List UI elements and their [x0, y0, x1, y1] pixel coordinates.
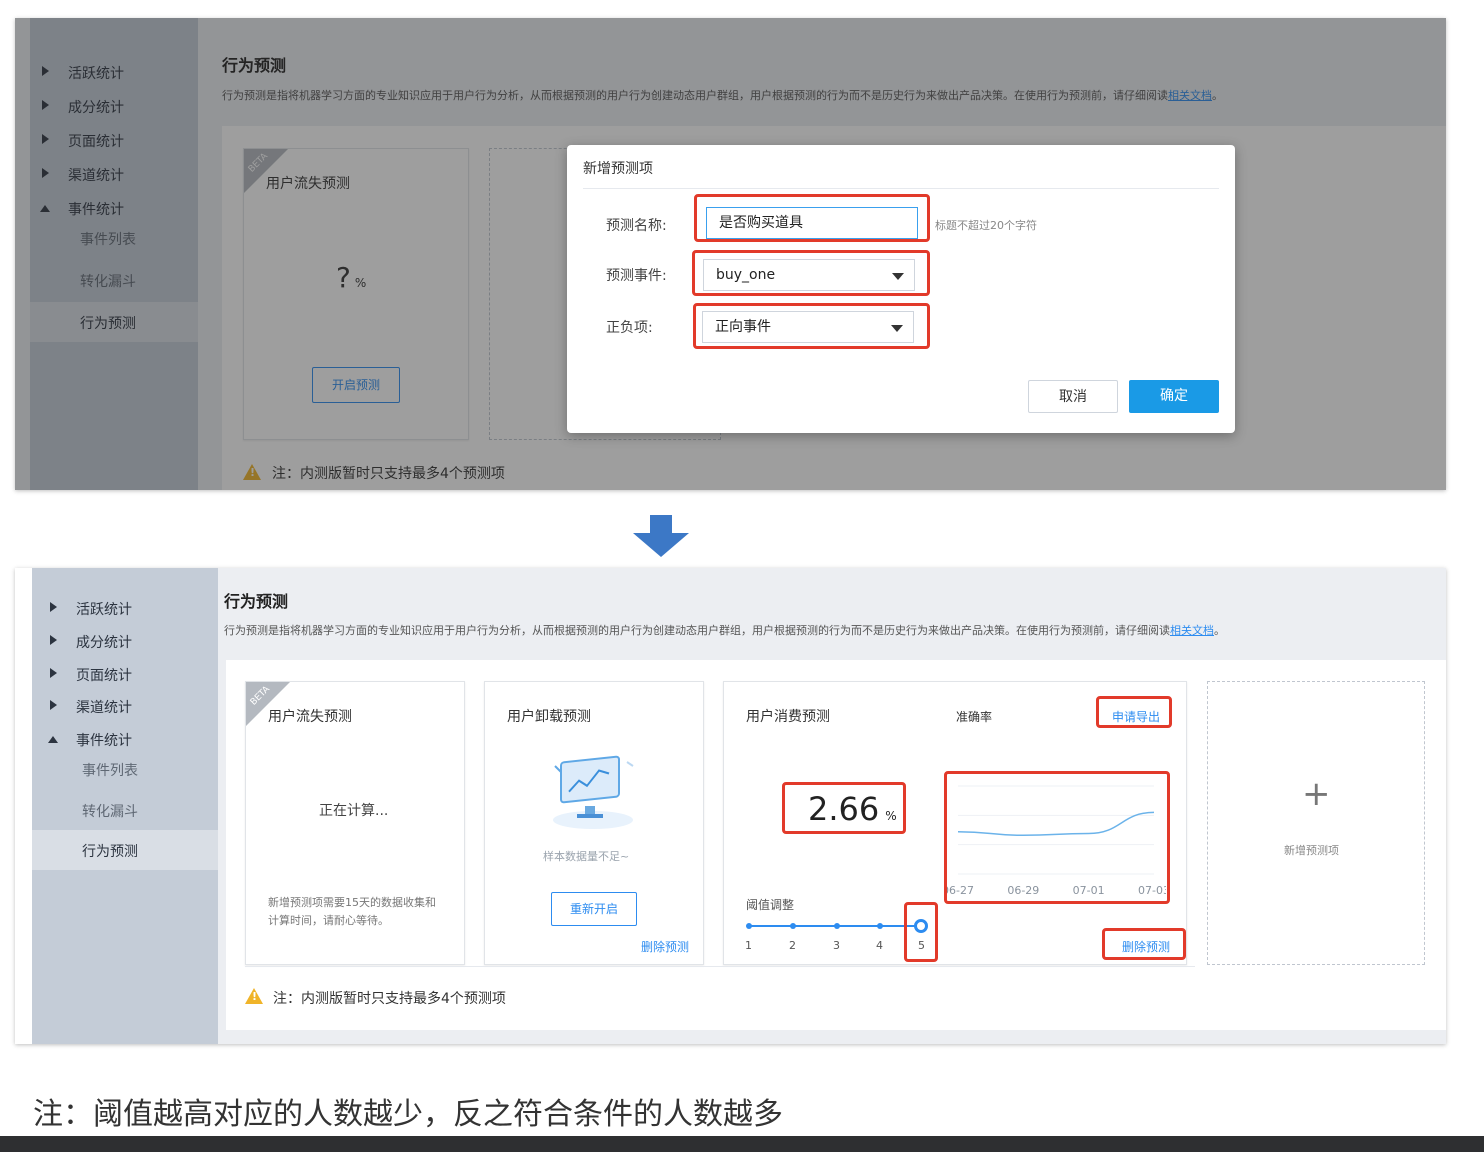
highlight-export	[1096, 696, 1172, 728]
name-label: 预测名称:	[606, 218, 667, 234]
bottom-bar	[0, 1136, 1484, 1152]
sidebar-item-page-stats[interactable]: 页面统计	[48, 658, 216, 692]
beta-note: 注：内测版暂时只支持最多4个预测项	[273, 991, 506, 1007]
down-arrow-icon	[633, 515, 689, 557]
page-description: 行为预测是指将机器学习方面的专业知识应用于用户行为分析，从而根据预测的用户行为创…	[224, 624, 1225, 637]
confirm-button[interactable]: 确定	[1129, 380, 1219, 413]
add-prediction-label: 新增预测项	[1284, 844, 1339, 857]
content-side-bg	[218, 660, 226, 1044]
cards-divider	[245, 966, 1195, 967]
calculating-hint: 新增预测项需要15天的数据收集和计算时间，请耐心等待。	[268, 896, 436, 927]
modal-divider	[583, 188, 1219, 189]
threshold-slider[interactable]: 1 2 3 4 5	[745, 918, 928, 958]
slider-tick-label: 1	[745, 939, 752, 952]
spending-prediction-card: 用户消费预测 准确率 申请导出 2.66% 06-2706-2907-0107-…	[723, 681, 1187, 965]
page-title: 行为预测	[224, 592, 289, 611]
add-prediction-card[interactable]: + 新增预测项	[1207, 681, 1425, 965]
highlight-delete	[1102, 928, 1186, 960]
slider-tick-label: 3	[833, 939, 840, 952]
delete-prediction-link[interactable]: 删除预测	[641, 938, 689, 955]
slider-dot[interactable]	[877, 923, 883, 929]
doc-link[interactable]: 相关文档	[1170, 624, 1214, 637]
cancel-button[interactable]: 取消	[1028, 380, 1118, 413]
slider-dot[interactable]	[790, 923, 796, 929]
sidebar-subitem-event-list[interactable]: 事件列表	[32, 749, 218, 789]
slider-tick-label: 2	[789, 939, 796, 952]
highlight-polarity	[693, 303, 930, 349]
add-prediction-modal: 新增预测项 预测名称: 是否购买道具 标题不超过20个字符 预测事件: buy_…	[567, 145, 1235, 433]
plus-icon: +	[1302, 774, 1331, 814]
highlight-slider	[904, 902, 938, 962]
slider-tick-label: 4	[876, 939, 883, 952]
page-header-bg	[218, 568, 1446, 660]
uninstall-prediction-card: 用户卸载预测 样本数据量不足~ 重新开启 删除预测	[484, 681, 704, 965]
highlight-event	[692, 250, 930, 296]
threshold-label: 阈值调整	[746, 898, 795, 912]
warning-icon	[245, 988, 263, 1004]
calculating-status: 正在计算...	[319, 803, 389, 819]
bottom-screenshot: 活跃统计 成分统计 页面统计 渠道统计 事件统计 事件列表 转化漏斗 行为预测 …	[15, 568, 1446, 1044]
modal-title: 新增预测项	[583, 161, 653, 177]
churn-prediction-card: BETA 用户流失预测 正在计算... 新增预测项需要15天的数据收集和计算时间…	[245, 681, 465, 965]
highlight-value	[782, 782, 906, 834]
sidebar-item-channel-stats[interactable]: 渠道统计	[48, 690, 216, 724]
top-screenshot: 活跃统计 成分统计 页面统计 渠道统计 事件统计 事件列表 转化漏斗 行为预测 …	[15, 18, 1446, 490]
highlight-name	[694, 194, 930, 242]
monitor-chart-icon	[553, 755, 634, 829]
polarity-label: 正负项:	[606, 320, 653, 336]
slider-dot[interactable]	[746, 923, 752, 929]
content-bottom-bg	[218, 1030, 1446, 1044]
name-hint: 标题不超过20个字符	[935, 219, 1037, 232]
restart-button[interactable]: 重新开启	[551, 892, 637, 926]
slider-dot[interactable]	[834, 923, 840, 929]
insufficient-data-status: 样本数据量不足~	[543, 850, 630, 863]
footnote: 注：阈值越高对应的人数越少，反之符合条件的人数越多	[33, 1098, 783, 1131]
accuracy-label: 准确率	[956, 710, 993, 724]
event-label: 预测事件:	[606, 268, 667, 284]
sidebar-item-component-stats[interactable]: 成分统计	[48, 625, 216, 659]
sidebar-subitem-behavior-prediction[interactable]: 行为预测	[32, 830, 218, 870]
sidebar-subitem-funnel[interactable]: 转化漏斗	[32, 790, 218, 830]
highlight-chart	[944, 771, 1170, 904]
sidebar-item-active-stats[interactable]: 活跃统计	[48, 592, 216, 626]
